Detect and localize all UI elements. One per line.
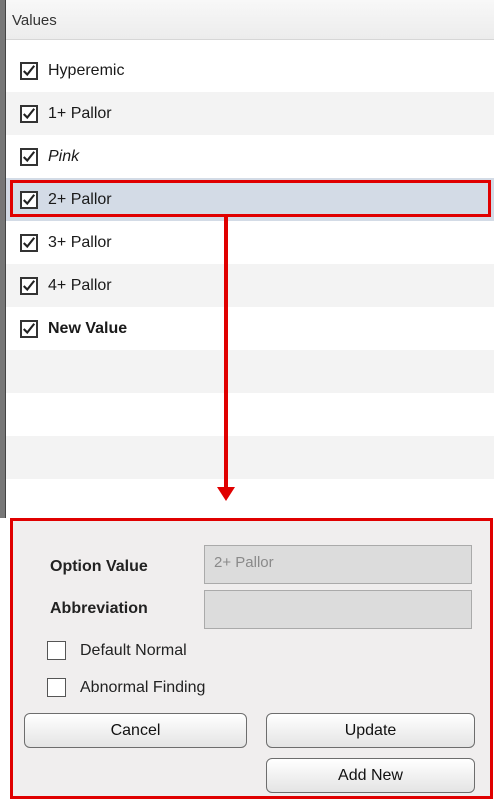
list-item-4-pallor[interactable]: 4+ Pallor bbox=[6, 264, 494, 307]
checkbox-checked-icon[interactable] bbox=[20, 104, 38, 123]
option-editor-panel: Option Value 2+ Pallor Abbreviation Defa… bbox=[10, 518, 493, 799]
abbreviation-field[interactable] bbox=[204, 590, 472, 629]
list-item-label: 4+ Pallor bbox=[48, 276, 112, 294]
list-item-label: New Value bbox=[48, 319, 128, 337]
checkbox-checked-icon[interactable] bbox=[20, 233, 38, 252]
list-item-new-value[interactable]: New Value bbox=[6, 307, 494, 350]
list-item-1-pallor[interactable]: 1+ Pallor bbox=[6, 92, 494, 135]
checkbox-checked-icon[interactable] bbox=[20, 276, 38, 295]
update-button[interactable]: Update bbox=[266, 713, 475, 748]
cancel-button[interactable]: Cancel bbox=[24, 713, 247, 748]
add-new-button[interactable]: Add New bbox=[266, 758, 475, 793]
option-value-label: Option Value bbox=[50, 558, 148, 575]
values-column-header[interactable]: Values bbox=[6, 0, 494, 40]
list-item-label: 1+ Pallor bbox=[48, 104, 112, 122]
list-item-label: Pink bbox=[48, 147, 80, 165]
default-normal-checkbox[interactable]: Default Normal bbox=[47, 641, 187, 660]
empty-row bbox=[6, 350, 494, 393]
abnormal-finding-checkbox[interactable]: Abnormal Finding bbox=[47, 678, 205, 697]
checkbox-unchecked-icon[interactable] bbox=[47, 678, 66, 697]
list-item-pink[interactable]: Pink bbox=[6, 135, 494, 178]
list-item-hyperemic[interactable]: Hyperemic bbox=[6, 49, 494, 92]
annotation-arrow-shaft bbox=[224, 217, 228, 489]
option-value-field[interactable]: 2+ Pallor bbox=[204, 545, 472, 584]
checkbox-checked-icon[interactable] bbox=[20, 319, 38, 338]
checkbox-checked-icon[interactable] bbox=[20, 147, 38, 166]
empty-row bbox=[6, 479, 494, 518]
arrow-down-icon bbox=[217, 487, 235, 501]
list-item-label: 3+ Pallor bbox=[48, 233, 112, 251]
abbreviation-label: Abbreviation bbox=[50, 600, 148, 617]
empty-row bbox=[6, 393, 494, 436]
checkbox-checked-icon[interactable] bbox=[20, 61, 38, 80]
checkbox-unchecked-icon[interactable] bbox=[47, 641, 66, 660]
default-normal-label: Default Normal bbox=[80, 641, 187, 659]
list-item-3-pallor[interactable]: 3+ Pallor bbox=[6, 221, 494, 264]
values-list: Values Hyperemic 1+ Pallor Pink 2+ Pallo… bbox=[6, 0, 494, 518]
selection-highlight-box bbox=[10, 180, 491, 217]
list-item-label: Hyperemic bbox=[48, 61, 125, 79]
abnormal-finding-label: Abnormal Finding bbox=[80, 678, 206, 696]
empty-row bbox=[6, 436, 494, 479]
